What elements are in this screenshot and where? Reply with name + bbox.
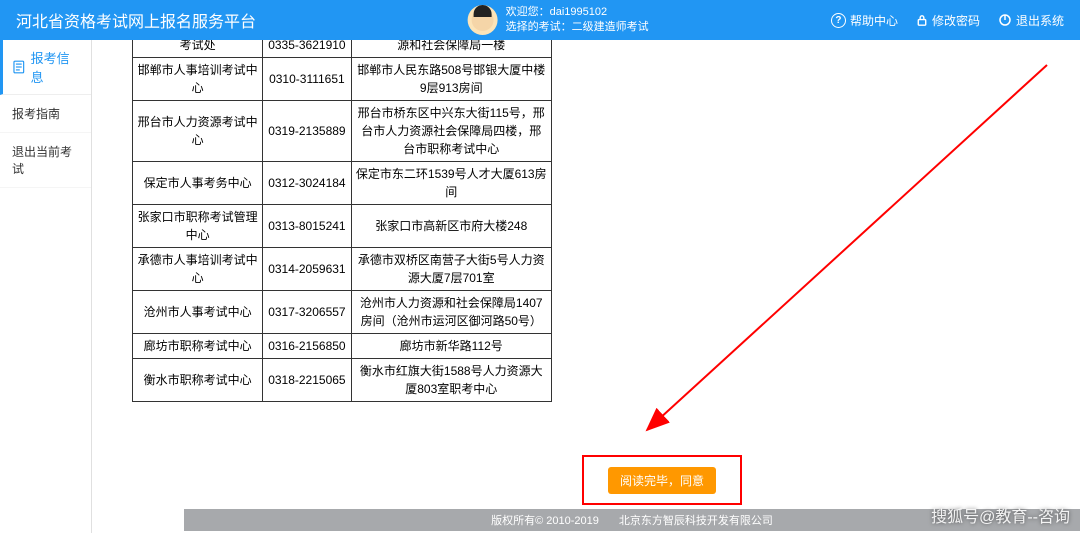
- logout-link[interactable]: 退出系统: [998, 12, 1064, 29]
- center-phone: 0312-3024184: [263, 162, 351, 205]
- center-name: 承德市人事培训考试中心: [133, 248, 263, 291]
- center-phone: 0335-3621910: [263, 40, 351, 58]
- center-name: 保定市人事考务中心: [133, 162, 263, 205]
- center-address: 邯郸市人民东路508号邯银大厦中楼9层913房间: [351, 58, 552, 101]
- center-name: 廊坊市职称考试中心: [133, 334, 263, 359]
- sidebar: 报考信息 报考指南 退出当前考试: [0, 40, 92, 533]
- sidebar-header[interactable]: 报考信息: [0, 40, 91, 95]
- center-address: 保定市东二环1539号人才大厦613房间: [351, 162, 552, 205]
- center-address: 衡水市红旗大街1588号人力资源大厦803室职考中心: [351, 359, 552, 402]
- center-phone: 0317-3206557: [263, 291, 351, 334]
- center-address: 廊坊市新华路112号: [351, 334, 552, 359]
- center-phone: 0310-3111651: [263, 58, 351, 101]
- change-password-link[interactable]: 修改密码: [916, 12, 980, 29]
- table-row: 廊坊市职称考试中心0316-2156850廊坊市新华路112号: [133, 334, 552, 359]
- center-address: 源和社会保障局一楼: [351, 40, 552, 58]
- center-phone: 0319-2135889: [263, 101, 351, 162]
- center-name: 考试处: [133, 40, 263, 58]
- table-row: 保定市人事考务中心0312-3024184保定市东二环1539号人才大厦613房…: [133, 162, 552, 205]
- center-phone: 0314-2059631: [263, 248, 351, 291]
- agree-highlight-box: 阅读完毕，同意: [582, 455, 742, 505]
- center-name: 衡水市职称考试中心: [133, 359, 263, 402]
- sidebar-item-guide[interactable]: 报考指南: [0, 95, 91, 133]
- center-address: 沧州市人力资源和社会保障局1407房间（沧州市运河区御河路50号）: [351, 291, 552, 334]
- avatar: [468, 5, 498, 35]
- table-row: 邯郸市人事培训考试中心0310-3111651邯郸市人民东路508号邯银大厦中楼…: [133, 58, 552, 101]
- center-phone: 0318-2215065: [263, 359, 351, 402]
- center-phone: 0316-2156850: [263, 334, 351, 359]
- app-title: 河北省资格考试网上报名服务平台: [16, 8, 256, 32]
- header-actions: ? 帮助中心 修改密码 退出系统: [831, 12, 1064, 29]
- help-link[interactable]: ? 帮助中心: [831, 12, 898, 29]
- help-icon: ?: [831, 13, 846, 28]
- center-name: 张家口市职称考试管理中心: [133, 205, 263, 248]
- center-address: 承德市双桥区南营子大街5号人力资源大厦7层701室: [351, 248, 552, 291]
- center-name: 邢台市人力资源考试中心: [133, 101, 263, 162]
- user-info-block: 欢迎您：dai1995102 选择的考试：二级建造师考试: [468, 5, 649, 36]
- lock-icon: [916, 14, 928, 27]
- watermark: 搜狐号@教育--咨询: [931, 503, 1070, 527]
- center-address: 张家口市高新区市府大楼248: [351, 205, 552, 248]
- sidebar-item-exit-exam[interactable]: 退出当前考试: [0, 133, 91, 188]
- app-header: 河北省资格考试网上报名服务平台 欢迎您：dai1995102 选择的考试：二级建…: [0, 0, 1080, 40]
- company-text: 北京东方智辰科技开发有限公司: [619, 512, 773, 528]
- table-row: 衡水市职称考试中心0318-2215065衡水市红旗大街1588号人力资源大厦8…: [133, 359, 552, 402]
- main-content: 考试处0335-3621910源和社会保障局一楼邯郸市人事培训考试中心0310-…: [92, 40, 1080, 533]
- copyright-text: 版权所有© 2010-2019: [491, 512, 599, 528]
- table-row: 沧州市人事考试中心0317-3206557沧州市人力资源和社会保障局1407房间…: [133, 291, 552, 334]
- power-icon: [998, 13, 1012, 27]
- center-phone: 0313-8015241: [263, 205, 351, 248]
- exam-centers-table: 考试处0335-3621910源和社会保障局一楼邯郸市人事培训考试中心0310-…: [132, 40, 552, 402]
- center-name: 邯郸市人事培训考试中心: [133, 58, 263, 101]
- welcome-text: 欢迎您：dai1995102 选择的考试：二级建造师考试: [506, 5, 649, 36]
- center-name: 沧州市人事考试中心: [133, 291, 263, 334]
- agree-button[interactable]: 阅读完毕，同意: [608, 467, 716, 494]
- table-row: 承德市人事培训考试中心0314-2059631承德市双桥区南营子大街5号人力资源…: [133, 248, 552, 291]
- table-row: 邢台市人力资源考试中心0319-2135889邢台市桥东区中兴东大街115号，邢…: [133, 101, 552, 162]
- document-icon: [13, 60, 25, 74]
- table-row: 张家口市职称考试管理中心0313-8015241张家口市高新区市府大楼248: [133, 205, 552, 248]
- table-row: 考试处0335-3621910源和社会保障局一楼: [133, 40, 552, 58]
- center-address: 邢台市桥东区中兴东大街115号，邢台市人力资源社会保障局四楼，邢台市职称考试中心: [351, 101, 552, 162]
